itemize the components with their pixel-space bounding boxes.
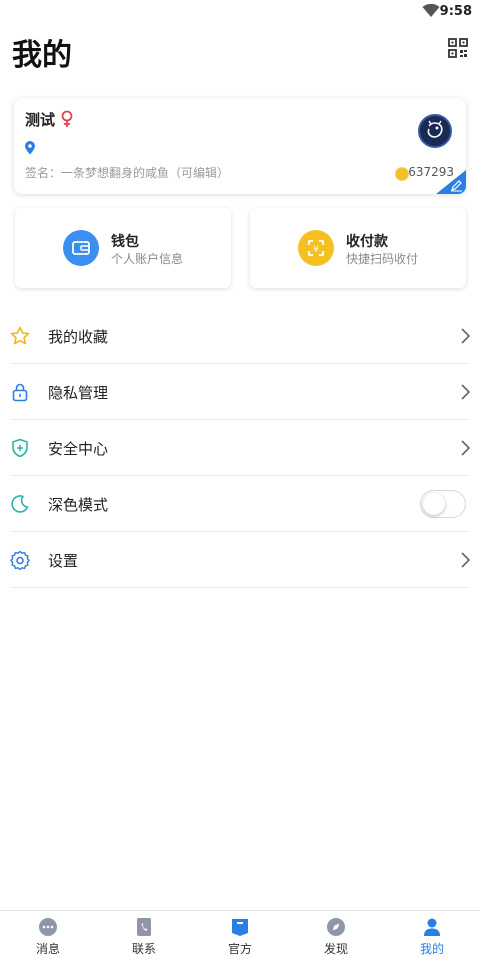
- menu-label: 我的收藏: [48, 328, 109, 346]
- profile-card[interactable]: 测试 签名：一条梦想翻身的咸鱼（可编辑） 637293: [14, 98, 466, 194]
- tab-label: 官方: [227, 942, 252, 956]
- menu-item-security[interactable]: 安全中心: [10, 420, 471, 476]
- tab-label: 联系: [131, 942, 156, 956]
- wifi-icon: [422, 4, 440, 17]
- menu-label: 设置: [48, 552, 79, 570]
- contacts-icon: [137, 918, 151, 936]
- chevron-right-icon: [461, 328, 471, 344]
- settings-menu: 我的收藏 隐私管理 安全中心 深色模式 设置: [0, 308, 480, 588]
- menu-label: 深色模式: [48, 496, 109, 514]
- page-title: 我的: [12, 38, 72, 73]
- tab-label: 我的: [419, 942, 444, 956]
- payment-card[interactable]: ¥ 收付款 快捷扫码收付: [250, 208, 466, 288]
- payment-subtitle: 快捷扫码收付: [346, 252, 419, 266]
- wallet-title: 钱包: [111, 234, 139, 250]
- profile-name: 测试: [25, 111, 56, 129]
- svg-text:¥: ¥: [313, 245, 319, 255]
- bottom-tab-bar: 消息 联系 官方 发现 我的: [0, 910, 480, 960]
- profile-icon: [424, 918, 440, 936]
- shield-icon: [12, 438, 28, 458]
- tab-discover[interactable]: 发现: [288, 911, 384, 960]
- tab-official[interactable]: 官方: [192, 911, 288, 960]
- qr-code-icon[interactable]: [448, 38, 468, 58]
- location-pin-icon: [25, 141, 35, 155]
- menu-item-favorites[interactable]: 我的收藏: [10, 308, 471, 364]
- star-icon: [10, 326, 30, 345]
- menu-item-dark-mode: 深色模式: [10, 476, 468, 532]
- official-icon: [232, 919, 248, 936]
- female-icon: [61, 110, 73, 127]
- menu-label: 安全中心: [48, 440, 109, 458]
- tab-me[interactable]: 我的: [384, 911, 480, 960]
- clock: 9:58: [439, 4, 472, 19]
- toggle-knob: [423, 493, 445, 515]
- tab-label: 消息: [35, 942, 60, 956]
- chevron-right-icon: [461, 440, 471, 456]
- wallet-card[interactable]: 钱包 个人账户信息: [15, 208, 231, 288]
- tab-contacts[interactable]: 联系: [96, 911, 192, 960]
- dark-mode-toggle[interactable]: [420, 490, 466, 518]
- coin-icon: [396, 168, 408, 180]
- menu-label: 隐私管理: [48, 384, 109, 402]
- menu-item-settings[interactable]: 设置: [10, 532, 471, 588]
- compass-icon: [327, 918, 345, 936]
- avatar[interactable]: [418, 114, 452, 148]
- chevron-right-icon: [461, 384, 471, 400]
- scan-pay-icon: ¥: [298, 230, 334, 266]
- avatar-art: [427, 120, 443, 138]
- menu-item-privacy[interactable]: 隐私管理: [10, 364, 471, 420]
- wallet-subtitle: 个人账户信息: [111, 252, 184, 266]
- status-bar: 9:58: [0, 0, 480, 24]
- message-icon: [39, 918, 57, 936]
- tab-messages[interactable]: 消息: [0, 911, 96, 960]
- wallet-icon: [63, 230, 99, 266]
- moon-icon: [11, 495, 29, 513]
- lock-icon: [12, 383, 28, 402]
- gear-icon: [10, 550, 30, 570]
- edit-icon[interactable]: [436, 170, 466, 194]
- tab-label: 发现: [323, 942, 348, 956]
- signature[interactable]: 签名：一条梦想翻身的咸鱼（可编辑）: [25, 164, 229, 181]
- chevron-right-icon: [461, 552, 471, 568]
- payment-title: 收付款: [346, 234, 388, 250]
